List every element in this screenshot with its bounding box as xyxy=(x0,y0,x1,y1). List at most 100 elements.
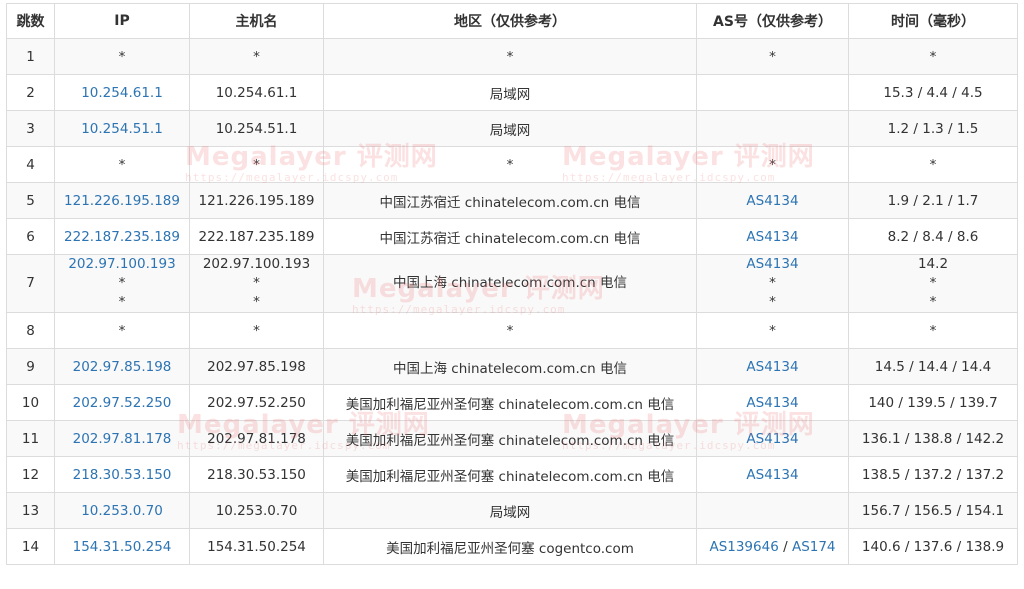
time-line-3: * xyxy=(929,294,937,310)
time-cell: 14.5 / 14.4 / 14.4 xyxy=(848,348,1018,385)
hostname-cell: * xyxy=(189,38,324,75)
header-hostname: 主机名 xyxy=(189,3,324,39)
time-cell: 1.2 / 1.3 / 1.5 xyxy=(848,110,1018,147)
region-cell: 中国江苏宿迁 chinatelecom.com.cn 电信 xyxy=(323,182,697,219)
hostname-cell: 202.97.52.250 xyxy=(189,384,324,421)
hop-number: 9 xyxy=(6,348,55,385)
table-row: 13 10.253.0.70 10.253.0.70 局域网 156.7 / 1… xyxy=(6,492,1018,529)
hostname-cell: 202.97.81.178 xyxy=(189,420,324,457)
region-cell: 中国上海 chinatelecom.com.cn 电信 xyxy=(323,348,697,385)
ip-link[interactable]: 202.97.85.198 xyxy=(73,359,172,375)
table-row: 12 218.30.53.150 218.30.53.150 美国加利福尼亚州圣… xyxy=(6,456,1018,493)
table-row: 14 154.31.50.254 154.31.50.254 美国加利福尼亚州圣… xyxy=(6,528,1018,565)
hostname-cell: 10.254.51.1 xyxy=(189,110,324,147)
region-cell: * xyxy=(323,312,697,349)
time-cell: 156.7 / 156.5 / 154.1 xyxy=(848,492,1018,529)
region-cell: * xyxy=(323,38,697,75)
ip-link[interactable]: 121.226.195.189 xyxy=(64,193,180,209)
as-link[interactable]: AS4134 xyxy=(746,359,798,375)
ip-link[interactable]: 222.187.235.189 xyxy=(64,229,180,245)
as-cell xyxy=(696,110,849,147)
as-link[interactable]: AS139646 xyxy=(709,539,778,555)
as-link[interactable]: AS4134 xyxy=(746,395,798,411)
as-link[interactable]: AS4134 xyxy=(746,256,798,272)
hop-number: 2 xyxy=(6,74,55,111)
hostname-cell: 10.254.61.1 xyxy=(189,74,324,111)
ip-link[interactable]: 154.31.50.254 xyxy=(73,539,172,555)
hostname-cell: * xyxy=(189,312,324,349)
ip-line-3: * xyxy=(118,294,126,310)
ip-cell: 202.97.81.178 xyxy=(54,420,190,457)
table-header-row: 跳数 IP 主机名 地区（仅供参考） AS号（仅供参考） 时间（毫秒） xyxy=(6,3,1018,39)
hostname-cell: 10.253.0.70 xyxy=(189,492,324,529)
hop-number: 4 xyxy=(6,146,55,183)
ip-link[interactable]: 202.97.100.193 xyxy=(68,256,175,272)
hop-number: 7 xyxy=(6,254,55,313)
ip-link[interactable]: 202.97.81.178 xyxy=(73,431,172,447)
as-link[interactable]: AS4134 xyxy=(746,229,798,245)
ip-link[interactable]: 10.254.61.1 xyxy=(81,85,163,101)
table-row: 5 121.226.195.189 121.226.195.189 中国江苏宿迁… xyxy=(6,182,1018,219)
region-cell: 美国加利福尼亚州圣何塞 chinatelecom.com.cn 电信 xyxy=(323,456,697,493)
as-cell xyxy=(696,492,849,529)
time-cell: * xyxy=(848,312,1018,349)
ip-line-2: * xyxy=(118,275,126,291)
table-row: 7 202.97.100.193 * * 202.97.100.193 * * … xyxy=(6,254,1018,313)
ip-cell: 202.97.52.250 xyxy=(54,384,190,421)
ip-cell: 218.30.53.150 xyxy=(54,456,190,493)
hop-number: 11 xyxy=(6,420,55,457)
hop-number: 3 xyxy=(6,110,55,147)
time-cell: 14.2 * * xyxy=(848,254,1018,313)
hop-number: 5 xyxy=(6,182,55,219)
hostname-line-3: * xyxy=(253,294,260,310)
time-line-1: 14.2 xyxy=(917,256,949,272)
time-cell: 8.2 / 8.4 / 8.6 xyxy=(848,218,1018,255)
hostname-cell: 154.31.50.254 xyxy=(189,528,324,565)
hop-number: 13 xyxy=(6,492,55,529)
as-link[interactable]: AS4134 xyxy=(746,467,798,483)
ip-cell: 202.97.85.198 xyxy=(54,348,190,385)
header-region: 地区（仅供参考） xyxy=(323,3,697,39)
ip-cell: 202.97.100.193 * * xyxy=(54,254,190,313)
ip-link[interactable]: 10.253.0.70 xyxy=(81,503,163,519)
table-row: 10 202.97.52.250 202.97.52.250 美国加利福尼亚州圣… xyxy=(6,384,1018,421)
as-link[interactable]: AS4134 xyxy=(746,431,798,447)
ip-link[interactable]: 202.97.52.250 xyxy=(73,395,172,411)
header-time: 时间（毫秒） xyxy=(848,3,1018,39)
ip-cell: * xyxy=(54,312,190,349)
ip-cell: 10.254.51.1 xyxy=(54,110,190,147)
table-row: 11 202.97.81.178 202.97.81.178 美国加利福尼亚州圣… xyxy=(6,420,1018,457)
region-cell: 美国加利福尼亚州圣何塞 chinatelecom.com.cn 电信 xyxy=(323,384,697,421)
ip-link[interactable]: 218.30.53.150 xyxy=(73,467,172,483)
hostname-cell: 218.30.53.150 xyxy=(189,456,324,493)
as-cell: AS4134 xyxy=(696,182,849,219)
region-cell: 中国上海 chinatelecom.com.cn 电信 xyxy=(323,254,697,313)
hostname-cell: 121.226.195.189 xyxy=(189,182,324,219)
as-cell: AS4134 xyxy=(696,420,849,457)
traceroute-table: 跳数 IP 主机名 地区（仅供参考） AS号（仅供参考） 时间（毫秒） 1 * … xyxy=(6,3,1018,565)
as-line-3: * xyxy=(769,294,776,310)
hop-number: 6 xyxy=(6,218,55,255)
region-cell: 中国江苏宿迁 chinatelecom.com.cn 电信 xyxy=(323,218,697,255)
header-hop: 跳数 xyxy=(6,3,55,39)
as-link[interactable]: AS4134 xyxy=(746,193,798,209)
time-cell: 140 / 139.5 / 139.7 xyxy=(848,384,1018,421)
table-row: 9 202.97.85.198 202.97.85.198 中国上海 china… xyxy=(6,348,1018,385)
table-row: 2 10.254.61.1 10.254.61.1 局域网 15.3 / 4.4… xyxy=(6,74,1018,111)
table-row: 6 222.187.235.189 222.187.235.189 中国江苏宿迁… xyxy=(6,218,1018,255)
region-cell: 局域网 xyxy=(323,74,697,111)
ip-cell: * xyxy=(54,38,190,75)
as-cell: AS4134 xyxy=(696,218,849,255)
table-row: 4 * * * * * xyxy=(6,146,1018,183)
as-cell: * xyxy=(696,146,849,183)
as-cell xyxy=(696,74,849,111)
header-ip: IP xyxy=(54,3,190,39)
ip-cell: 10.253.0.70 xyxy=(54,492,190,529)
ip-link[interactable]: 10.254.51.1 xyxy=(81,121,163,137)
hop-number: 1 xyxy=(6,38,55,75)
time-cell: * xyxy=(848,38,1018,75)
as-cell: AS139646 / AS174 xyxy=(696,528,849,565)
region-cell: 美国加利福尼亚州圣何塞 cogentco.com xyxy=(323,528,697,565)
as-link-secondary[interactable]: AS174 xyxy=(792,539,836,555)
time-cell: 15.3 / 4.4 / 4.5 xyxy=(848,74,1018,111)
